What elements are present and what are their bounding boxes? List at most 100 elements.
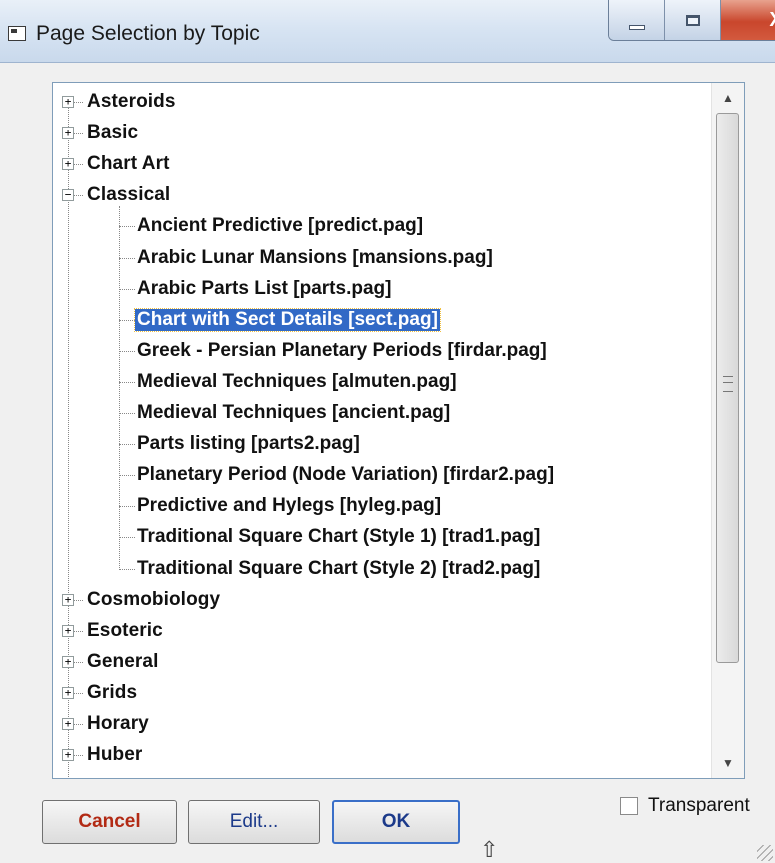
tree-child[interactable]: Predictive and Hylegs [hyleg.pag]: [53, 492, 711, 521]
tree-node[interactable]: + Asteroids: [53, 88, 711, 117]
tree-child-label: Medieval Techniques [ancient.pag]: [137, 402, 451, 423]
maximize-icon: [685, 14, 700, 26]
tree-connector-line: [74, 102, 83, 103]
expand-icon[interactable]: +: [62, 127, 74, 140]
edit-button[interactable]: Edit...: [188, 800, 320, 844]
vertical-scrollbar[interactable]: ▲ ▼: [711, 83, 744, 778]
expand-icon[interactable]: +: [62, 96, 74, 108]
tree-child[interactable]: Medieval Techniques [ancient.pag]: [53, 399, 711, 428]
minimize-button[interactable]: [609, 0, 665, 40]
tree-child-label: Arabic Parts List [parts.pag]: [137, 277, 392, 299]
transparent-option[interactable]: Transparent: [620, 793, 750, 819]
tree-node-label: General: [87, 650, 159, 672]
tree-connector-line: [74, 630, 83, 632]
tree-child[interactable]: Ancient Predictive [predict.pag]: [53, 212, 711, 241]
tree-node-label: Chart Art: [87, 153, 170, 175]
tree-node[interactable]: − Classical: [53, 181, 711, 210]
tree-child-label: Arabic Lunar Mansions [mansions.pag]: [137, 246, 493, 268]
app-icon: [8, 26, 26, 41]
tree-connector-line: [119, 413, 135, 414]
tree-connector-line: [74, 755, 83, 757]
tree-connector-line: [119, 350, 135, 352]
scroll-up-arrow-icon: ▲: [722, 91, 734, 105]
tree-branch-line: [119, 206, 120, 571]
tree-node-label: Grids: [87, 681, 138, 703]
tree-child-label: Chart with Sect Details [sect.pag]: [134, 307, 441, 332]
collapse-icon[interactable]: −: [62, 189, 74, 202]
tree-child-selected[interactable]: Chart with Sect Details [sect.pag]: [53, 306, 711, 335]
cancel-button[interactable]: Cancel: [42, 800, 177, 844]
tree-node-label: Cosmobiology: [87, 588, 221, 610]
window-title: Page Selection by Topic: [36, 22, 260, 45]
tree-node-label: Basic: [87, 122, 139, 144]
tree-connector-line: [74, 164, 83, 166]
tree-node[interactable]: + Basic: [53, 119, 711, 148]
topic-tree[interactable]: + Asteroids + Basic + Chart Art − Classical Anci…: [52, 82, 745, 779]
tree-child[interactable]: Traditional Square Chart (Style 2) [trad…: [53, 555, 711, 584]
scroll-down-button[interactable]: ▼: [712, 748, 744, 778]
tree-node[interactable]: + General: [53, 648, 711, 677]
expand-icon[interactable]: +: [62, 624, 74, 637]
title-bar: Page Selection by Topic X: [0, 0, 775, 63]
tree-node[interactable]: + Grids: [53, 679, 711, 708]
tree-child[interactable]: Greek - Persian Planetary Periods [firda…: [53, 337, 711, 366]
tree-child-label: Traditional Square Chart (Style 2) [trad…: [137, 557, 541, 579]
close-button[interactable]: X: [721, 0, 775, 40]
scroll-down-arrow-icon: ▼: [722, 756, 734, 770]
expand-icon[interactable]: +: [62, 686, 74, 699]
tree-connector-line: [119, 475, 135, 477]
tree-child-label: Parts listing [parts2.pag]: [137, 433, 360, 455]
tree-child[interactable]: Parts listing [parts2.pag]: [53, 430, 711, 459]
tree-child[interactable]: Arabic Lunar Mansions [mansions.pag]: [53, 244, 711, 273]
tree-node-label: Horary: [87, 713, 149, 734]
tree-connector-line: [119, 537, 135, 539]
tree-list: + Asteroids + Basic + Chart Art − Classical Anci…: [53, 83, 711, 778]
tree-child[interactable]: Arabic Parts List [parts.pag]: [53, 275, 711, 304]
expand-icon[interactable]: +: [62, 158, 74, 171]
tree-child[interactable]: Medieval Techniques [almuten.pag]: [53, 368, 711, 397]
tree-connector-line: [119, 506, 135, 508]
resize-grip-icon[interactable]: [757, 845, 773, 861]
tree-connector-line: [74, 692, 83, 694]
tree-connector-line: [119, 288, 135, 290]
tree-child[interactable]: Traditional Square Chart (Style 1) [trad…: [53, 523, 711, 552]
tree-connector-line: [74, 133, 83, 135]
transparent-label: Transparent: [648, 795, 750, 816]
window-controls: X: [608, 0, 775, 41]
tree-connector-line: [119, 257, 135, 259]
tree-node-label: Classical: [87, 184, 171, 206]
tree-node-label: Esoteric: [87, 619, 163, 641]
tree-node-label: Huber: [87, 744, 143, 766]
tree-connector-line: [74, 195, 83, 197]
scroll-thumb[interactable]: [716, 113, 739, 663]
tree-node[interactable]: + Chart Art: [53, 150, 711, 179]
tree-connector-line: [119, 568, 135, 570]
close-icon: X: [769, 9, 775, 32]
expand-icon[interactable]: +: [62, 593, 74, 606]
ok-button[interactable]: OK: [332, 800, 460, 844]
scroll-up-button[interactable]: ▲: [712, 83, 744, 113]
tree-connector-line: [74, 661, 83, 663]
tree-node[interactable]: + Horary: [53, 710, 711, 739]
transparent-checkbox[interactable]: [620, 797, 638, 815]
tree-node[interactable]: + Cosmobiology: [53, 586, 711, 615]
tree-child[interactable]: Planetary Period (Node Variation) [firda…: [53, 461, 711, 490]
tree-child-label: Greek - Persian Planetary Periods [firda…: [137, 339, 547, 361]
tree-node[interactable]: + Esoteric: [53, 617, 711, 646]
tree-connector-line: [119, 226, 135, 228]
tree-node[interactable]: + Huber: [53, 741, 711, 770]
mouse-cursor-icon: ⇧: [480, 837, 499, 862]
expand-icon[interactable]: +: [62, 655, 74, 668]
tree-node-label: Asteroids: [87, 91, 176, 112]
expand-icon[interactable]: +: [62, 718, 74, 730]
expand-icon[interactable]: +: [62, 749, 74, 762]
tree-child-label: Planetary Period (Node Variation) [firda…: [137, 464, 555, 486]
page-selection-dialog: Page Selection by Topic X + Asteroids + Bas…: [0, 0, 775, 863]
tree-child-label: Ancient Predictive [predict.pag]: [137, 215, 424, 237]
minimize-icon: [628, 24, 645, 30]
tree-connector-line: [119, 319, 135, 321]
tree-connector-line: [119, 444, 135, 446]
tree-connector-line: [119, 381, 135, 383]
maximize-button[interactable]: [665, 0, 721, 40]
tree-connector-line: [74, 724, 83, 725]
